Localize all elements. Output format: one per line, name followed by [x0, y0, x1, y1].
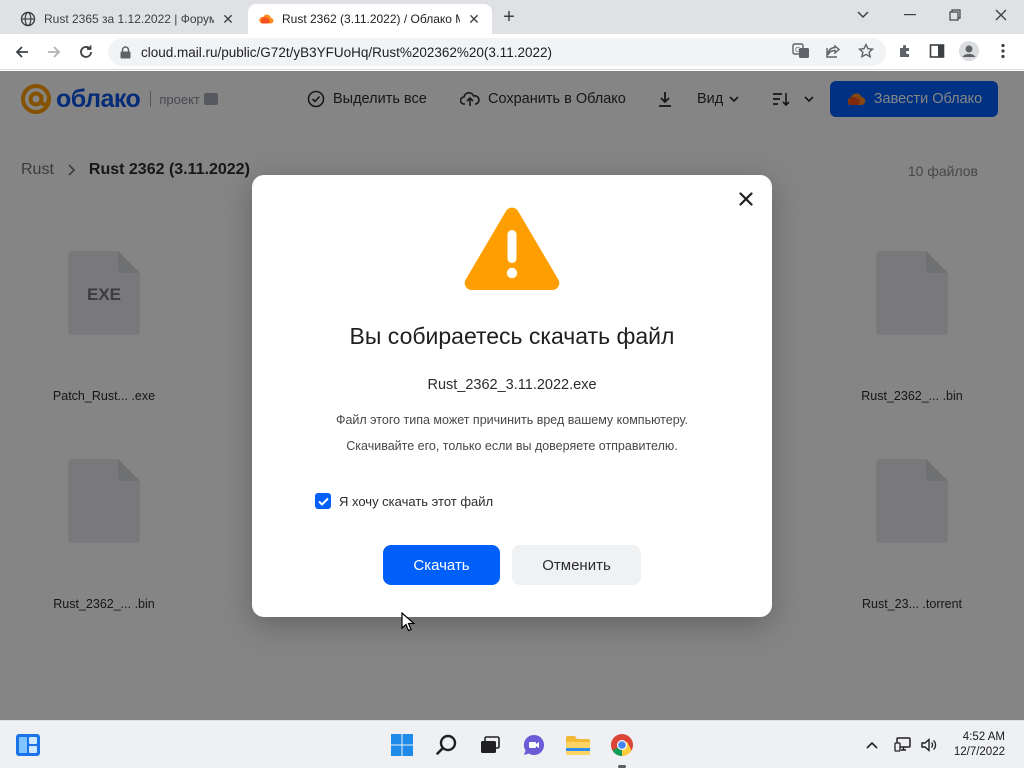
- chrome-icon[interactable]: [608, 731, 636, 759]
- bookmark-star-icon[interactable]: [855, 40, 877, 62]
- reload-icon[interactable]: [74, 40, 98, 64]
- share-icon[interactable]: [822, 40, 844, 62]
- download-warning-dialog: Вы собираетесь скачать файл Rust_2362_3.…: [252, 175, 772, 617]
- checkbox-checked-icon[interactable]: [315, 493, 331, 509]
- tab-close-icon[interactable]: ✕: [220, 11, 236, 27]
- address-bar[interactable]: cloud.mail.ru/public/G72t/yB3YFUoHq/Rust…: [108, 38, 886, 66]
- close-icon[interactable]: [736, 189, 756, 209]
- page-content: облако проект Выделить все Сохранить в О…: [0, 71, 1024, 720]
- taskbar: 4:52 AM 12/7/2022: [0, 720, 1024, 768]
- file-explorer-folder-icon[interactable]: [564, 731, 592, 759]
- restore-window-icon[interactable]: [941, 4, 969, 26]
- tab-search-chevron-icon[interactable]: [849, 4, 877, 26]
- new-tab-button[interactable]: +: [498, 7, 520, 29]
- system-clock[interactable]: 4:52 AM 12/7/2022: [954, 730, 1005, 760]
- globe-icon: [20, 11, 36, 27]
- menu-kebab-icon[interactable]: [992, 40, 1014, 62]
- widgets-icon[interactable]: [14, 731, 42, 759]
- browser-toolbar: cloud.mail.ru/public/G72t/yB3YFUoHq/Rust…: [0, 34, 1024, 70]
- translate-icon[interactable]: G: [790, 40, 812, 62]
- profile-avatar-icon[interactable]: [958, 40, 980, 62]
- minimize-window-icon[interactable]: [896, 4, 924, 26]
- url-text: cloud.mail.ru/public/G72t/yB3YFUoHq/Rust…: [141, 44, 552, 60]
- extensions-puzzle-icon[interactable]: [894, 40, 916, 62]
- clock-time: 4:52 AM: [962, 731, 1005, 743]
- search-icon[interactable]: [433, 731, 461, 759]
- download-button[interactable]: Скачать: [383, 545, 500, 585]
- dialog-warning-text: Файл этого типа может причинить вред ваш…: [335, 413, 689, 427]
- chat-teams-icon[interactable]: [520, 731, 548, 759]
- back-arrow-icon[interactable]: [10, 40, 34, 64]
- network-icon[interactable]: [892, 731, 914, 759]
- clock-date: 12/7/2022: [953, 746, 1005, 758]
- mouse-cursor-icon: [401, 612, 415, 632]
- side-panel-icon[interactable]: [926, 40, 948, 62]
- svg-text:G: G: [795, 46, 800, 54]
- task-view-icon[interactable]: [476, 731, 504, 759]
- lock-icon[interactable]: [120, 45, 131, 59]
- chevron-up-icon[interactable]: [862, 731, 882, 759]
- dialog-title: Вы собираетесь скачать файл: [349, 323, 675, 349]
- dialog-filename: Rust_2362_3.11.2022.exe: [427, 377, 597, 393]
- checkbox-label: Я хочу скачать этот файл: [339, 493, 494, 509]
- volume-icon[interactable]: [918, 731, 940, 759]
- confirm-download-checkbox[interactable]: Я хочу скачать этот файл: [315, 493, 493, 509]
- tab-close-icon[interactable]: ✕: [466, 11, 482, 27]
- close-window-icon[interactable]: [987, 4, 1015, 26]
- start-windows-icon[interactable]: [388, 731, 416, 759]
- cloud-orange-icon: [258, 11, 274, 27]
- dialog-warning-text: Скачивайте его, только если вы доверяете…: [346, 439, 678, 453]
- forward-arrow-icon[interactable]: [42, 40, 66, 64]
- tab-title: Rust 2362 (3.11.2022) / Облако М: [282, 12, 460, 26]
- tab-title: Rust 2365 за 1.12.2022 | Форум г: [44, 12, 214, 26]
- browser-tab-cloud[interactable]: Rust 2362 (3.11.2022) / Облако М ✕: [248, 4, 492, 34]
- browser-tab-strip: Rust 2365 за 1.12.2022 | Форум г ✕ Rust …: [0, 0, 1024, 34]
- cancel-button[interactable]: Отменить: [512, 545, 641, 585]
- browser-tab-forum[interactable]: Rust 2365 за 1.12.2022 | Форум г ✕: [10, 4, 246, 34]
- warning-triangle-icon: [464, 205, 560, 291]
